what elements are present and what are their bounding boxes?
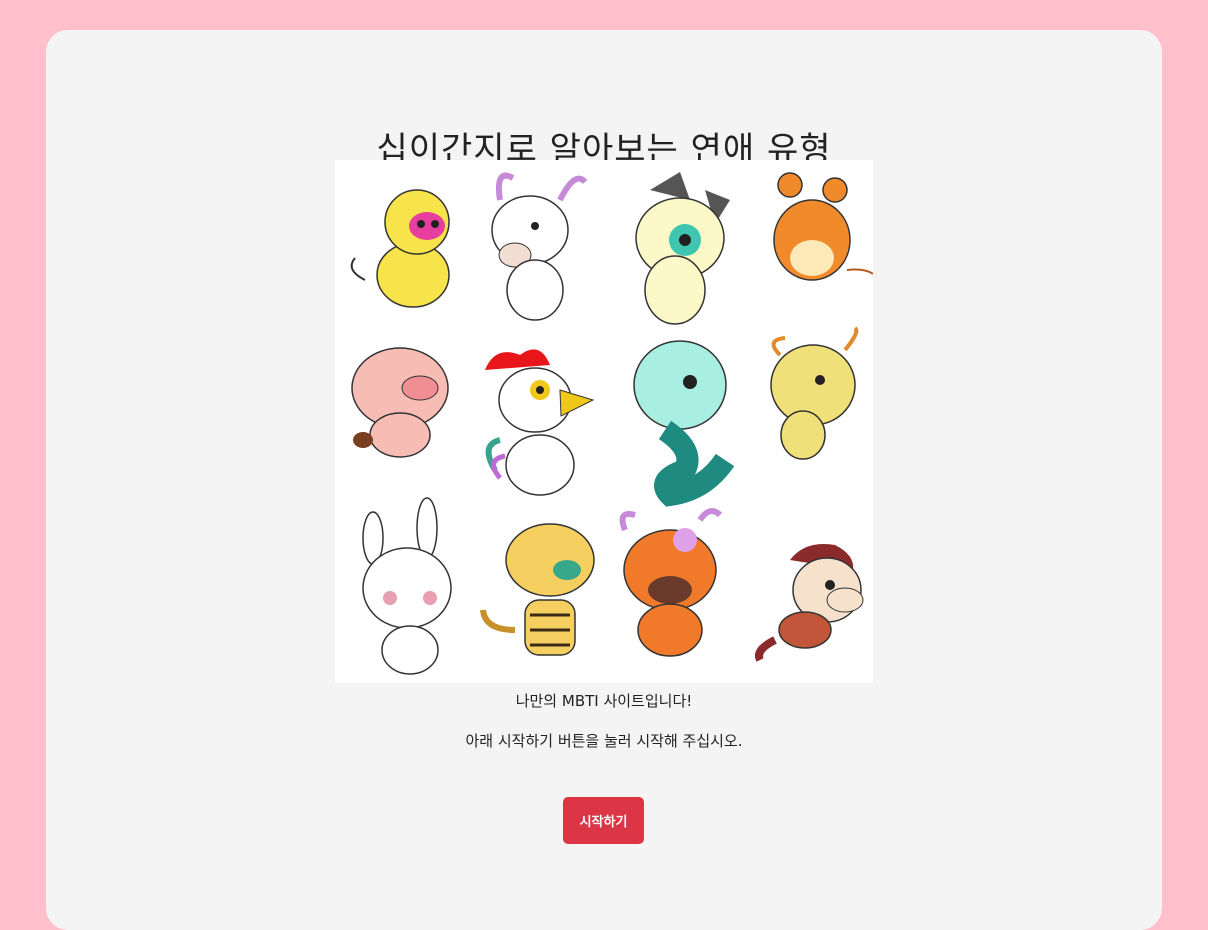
start-button[interactable]: 시작하기: [563, 797, 644, 844]
tiger-icon: [480, 523, 595, 656]
guide-text: 아래 시작하기 버튼을 눌러 시작해 주십시오.: [465, 732, 743, 750]
dragon-icon: [770, 326, 859, 460]
pig-icon: [351, 347, 449, 458]
dog-icon: [635, 172, 730, 325]
rat-icon: [773, 172, 873, 281]
main-card: 십이간지로 알아보는 연애 유형 나만의 MBTI 사이트입니다! 아래 시작하…: [46, 30, 1162, 930]
rabbit-icon: [362, 497, 452, 675]
ox-icon: [619, 508, 723, 657]
horse-icon: [755, 544, 864, 662]
goat-icon: [491, 172, 588, 321]
intro-text: 나만의 MBTI 사이트입니다!: [515, 692, 693, 710]
zodiac-image: [335, 160, 873, 683]
monkey-icon: [350, 189, 450, 308]
rooster-icon: [485, 349, 595, 496]
snake-icon: [633, 340, 735, 507]
